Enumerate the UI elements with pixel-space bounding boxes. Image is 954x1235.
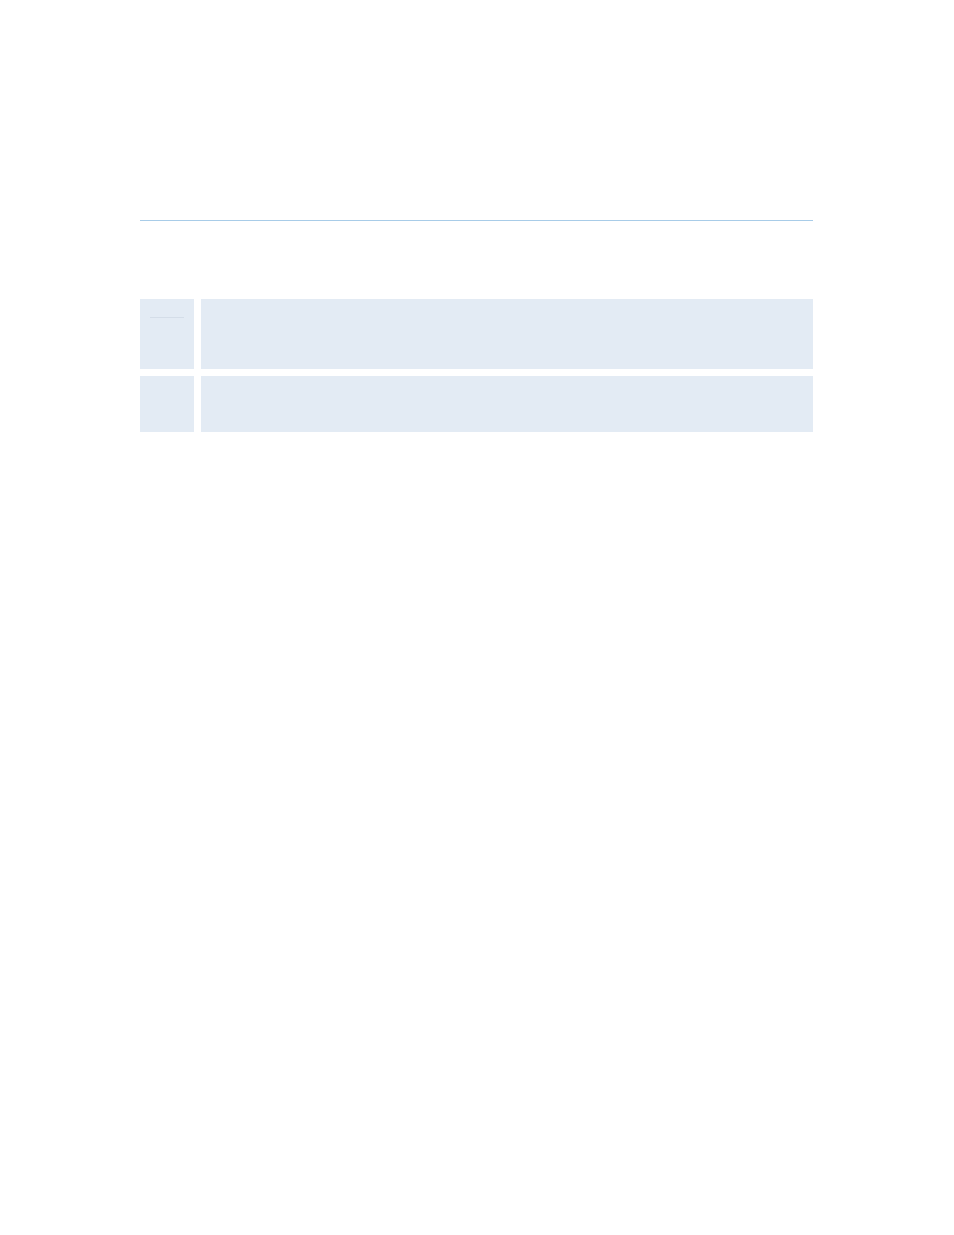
horizontal-divider xyxy=(140,220,813,221)
table-row xyxy=(140,299,813,369)
table-cell-right xyxy=(201,299,813,369)
table-cell-right xyxy=(201,376,813,432)
table-row xyxy=(140,376,813,432)
document-content xyxy=(140,220,813,439)
table-cell-left xyxy=(140,299,194,369)
table-cell-left xyxy=(140,376,194,432)
